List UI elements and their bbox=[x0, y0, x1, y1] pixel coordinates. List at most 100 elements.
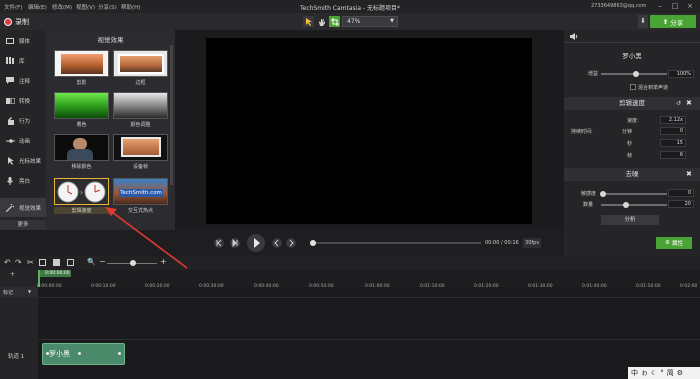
play-button[interactable] bbox=[247, 234, 265, 252]
menu-share[interactable]: 分享(S) bbox=[98, 3, 117, 11]
seconds-value[interactable]: 15 bbox=[660, 139, 686, 147]
sidebar-item-voice-narration[interactable]: 旁白 bbox=[0, 171, 46, 190]
sidebar-item-annotation[interactable]: 注释 bbox=[0, 71, 46, 90]
pointer-tool-icon[interactable] bbox=[303, 16, 314, 27]
speed-value[interactable]: 2.12x bbox=[660, 116, 686, 124]
copy-icon[interactable] bbox=[39, 259, 46, 266]
track-1-label[interactable]: 轨道 1 bbox=[8, 352, 24, 360]
menu-file[interactable]: 文件(F) bbox=[4, 3, 22, 11]
cut-icon[interactable]: ✂ bbox=[27, 258, 34, 267]
sidebar-item-transition[interactable]: 转换 bbox=[0, 91, 46, 110]
timeline-tracks: 标记 ▼ 轨道 1 罗小黑 bbox=[0, 287, 700, 379]
add-track-icon[interactable]: + bbox=[10, 271, 15, 278]
mix-mono-label: 混合到单声道 bbox=[638, 85, 669, 91]
sidebar-item-library[interactable]: 库 bbox=[0, 51, 46, 70]
fps-display: 30fps bbox=[523, 238, 541, 248]
menu-help[interactable]: 帮助(H) bbox=[121, 3, 140, 11]
zoom-out-icon[interactable]: 🔍 bbox=[87, 258, 96, 266]
effect-border[interactable]: 边框 bbox=[113, 50, 168, 86]
timeline-ruler[interactable]: + 0:00:00;00 0:00:00;00 0:00:10;00 0:00:… bbox=[0, 270, 700, 289]
clip-label: 罗小黑 bbox=[49, 350, 70, 358]
crop-tool-icon[interactable] bbox=[329, 16, 340, 27]
timeline-zoom-knob[interactable] bbox=[130, 260, 136, 266]
sidebar-item-media[interactable]: 媒体 bbox=[0, 31, 46, 50]
effect-clip-speed[interactable]: › 剪辑速度 bbox=[54, 178, 109, 214]
gain-slider-knob[interactable] bbox=[633, 71, 639, 77]
scrubber-knob[interactable] bbox=[310, 240, 316, 246]
account-email[interactable]: 2733649863@qq.com bbox=[591, 3, 646, 9]
speed-label: 速度: bbox=[627, 118, 639, 124]
zoom-select[interactable]: 47% ▼ bbox=[342, 16, 398, 27]
record-button[interactable]: 录制 bbox=[4, 16, 29, 27]
effect-thumbnail bbox=[54, 50, 109, 77]
zoom-value: 47% bbox=[347, 18, 361, 25]
paste-icon[interactable] bbox=[53, 259, 60, 266]
more-button[interactable]: 更多 bbox=[0, 220, 46, 230]
clip-handle[interactable] bbox=[118, 352, 121, 355]
minus-icon[interactable]: − bbox=[99, 257, 106, 266]
share-button[interactable]: ⬆ 分享 bbox=[650, 15, 696, 28]
effect-silhouette[interactable]: 剪影 bbox=[54, 50, 109, 86]
sensitivity-slider[interactable] bbox=[601, 193, 667, 195]
sidebar-item-label: 转换 bbox=[19, 98, 31, 105]
effect-label: 交互式热点 bbox=[127, 208, 153, 214]
speaker-icon[interactable] bbox=[570, 33, 578, 40]
moon-icon[interactable]: ☾ bbox=[651, 369, 657, 377]
reset-icon[interactable]: ↺ bbox=[676, 100, 681, 107]
ime-simplified[interactable]: 简 bbox=[667, 368, 674, 378]
gain-value[interactable]: 100% bbox=[668, 70, 694, 78]
ime-symbol[interactable]: ゎ bbox=[641, 368, 648, 378]
analyze-button[interactable]: 分析 bbox=[601, 215, 659, 225]
plus-icon[interactable]: + bbox=[160, 257, 167, 266]
amount-value[interactable]: 20 bbox=[668, 200, 694, 208]
redo-icon[interactable]: ↷ bbox=[15, 258, 22, 267]
sidebar-item-behavior[interactable]: 行为 bbox=[0, 111, 46, 130]
scrollbar[interactable] bbox=[170, 45, 173, 185]
sidebar-item-visual-effects[interactable]: 视觉效果 bbox=[0, 198, 46, 217]
playhead-time[interactable]: 0:00:00;00 bbox=[39, 270, 71, 277]
close-icon[interactable]: ✖ bbox=[686, 170, 692, 178]
close-icon[interactable]: × bbox=[685, 2, 695, 11]
timeline-clip[interactable]: 罗小黑 bbox=[42, 343, 125, 365]
sensitivity-value[interactable]: 0 bbox=[668, 189, 694, 197]
undo-icon[interactable]: ↶ bbox=[4, 258, 11, 267]
dot-icon[interactable]: ° bbox=[660, 369, 664, 377]
previous-frame-icon[interactable] bbox=[214, 238, 224, 248]
effect-color-adjustment[interactable]: 颜色调整 bbox=[113, 92, 168, 128]
effect-remove-color[interactable]: 移除颜色 bbox=[54, 134, 109, 170]
amount-slider[interactable] bbox=[601, 204, 667, 206]
clip-handle[interactable] bbox=[78, 352, 81, 355]
properties-button[interactable]: ⚙ 属性 bbox=[656, 237, 692, 249]
next-marker-icon[interactable] bbox=[286, 238, 296, 248]
previous-marker-icon[interactable] bbox=[272, 238, 282, 248]
ime-mode[interactable]: 中 bbox=[631, 368, 638, 378]
frames-value[interactable]: 6 bbox=[660, 151, 686, 159]
minutes-value[interactable]: 0 bbox=[660, 127, 686, 135]
maximize-icon[interactable]: □ bbox=[670, 2, 680, 11]
gear-icon[interactable]: ⚙ bbox=[677, 369, 683, 377]
split-icon[interactable] bbox=[67, 259, 74, 266]
chevron-down-icon[interactable]: ▼ bbox=[28, 289, 31, 294]
preview-canvas[interactable] bbox=[206, 38, 532, 224]
scrubber-track[interactable] bbox=[311, 242, 481, 244]
sidebar-item-cursor-effects[interactable]: 光标效果 bbox=[0, 151, 46, 170]
effect-colorize[interactable]: 着色 bbox=[54, 92, 109, 128]
amount-slider-knob[interactable] bbox=[623, 202, 629, 208]
sidebar-item-animation[interactable]: 动画 bbox=[0, 131, 46, 150]
menu-modify[interactable]: 修改(M) bbox=[52, 3, 72, 11]
menu-view[interactable]: 视图(V) bbox=[76, 3, 95, 11]
menu-edit[interactable]: 编辑(E) bbox=[28, 3, 47, 11]
effect-device-frame[interactable]: 设备帧 bbox=[113, 134, 168, 170]
pan-tool-icon[interactable] bbox=[316, 16, 327, 27]
marker-track-header[interactable]: 标记 ▼ bbox=[0, 287, 38, 297]
ime-toolbar[interactable]: 中 ゎ ☾ ° 简 ⚙ bbox=[628, 367, 700, 379]
effect-label: 颜色调整 bbox=[130, 122, 151, 128]
step-forward-icon[interactable] bbox=[230, 238, 240, 248]
download-icon[interactable]: ⬇ bbox=[638, 15, 648, 28]
clip-handle[interactable] bbox=[46, 352, 49, 355]
minimize-icon[interactable]: – bbox=[655, 2, 665, 11]
close-icon[interactable]: ✖ bbox=[686, 99, 692, 107]
effect-interactive-hotspot[interactable]: TechSmith.com 交互式热点 bbox=[113, 178, 168, 214]
mix-mono-checkbox[interactable] bbox=[630, 84, 636, 90]
sensitivity-slider-knob[interactable] bbox=[600, 191, 606, 197]
